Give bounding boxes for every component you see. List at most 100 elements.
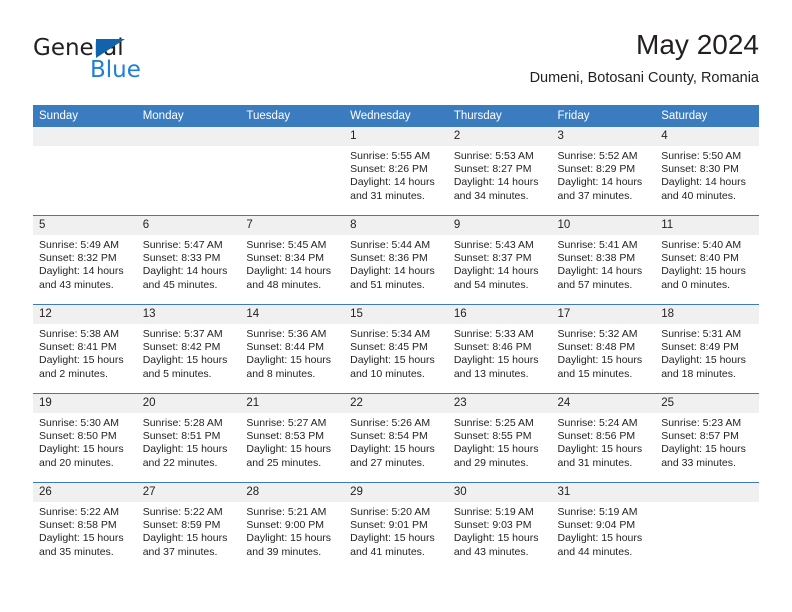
daylight-duration-line2: and 25 minutes. bbox=[246, 456, 322, 469]
sunrise-sunset-calendar: Sunday Monday Tuesday Wednesday Thursday… bbox=[33, 105, 759, 571]
daylight-duration-line1: Daylight: 15 hours bbox=[557, 354, 643, 367]
sunrise-time: Sunrise: 5:41 AM bbox=[557, 239, 638, 251]
day-details: Sunrise: 5:32 AM Sunset: 8:48 PM Daylight:… bbox=[552, 324, 656, 381]
sunset-time: Sunset: 8:53 PM bbox=[246, 430, 325, 443]
daylight-duration-line2: and 22 minutes. bbox=[142, 456, 218, 469]
day-cell-content: 27 Sunrise: 5:22 AM Sunset: 8:59 PM Dayligh… bbox=[136, 483, 241, 571]
calendar-day-cell[interactable]: 17 Sunrise: 5:32 AM Sunset: 8:48 PM Dayligh… bbox=[551, 304, 656, 394]
calendar-day-cell[interactable]: 26 Sunrise: 5:22 AM Sunset: 8:58 PM Dayligh… bbox=[33, 482, 137, 571]
day-cell-content: 1 Sunrise: 5:55 AM Sunset: 8:26 PM Daylight… bbox=[344, 127, 448, 215]
calendar-day-cell[interactable]: 1 Sunrise: 5:55 AM Sunset: 8:26 PM Daylight… bbox=[344, 127, 448, 216]
day-details: Sunrise: 5:45 AM Sunset: 8:34 PM Daylight:… bbox=[240, 235, 344, 292]
day-details: Sunrise: 5:22 AM Sunset: 8:59 PM Daylight:… bbox=[137, 502, 241, 559]
daylight-duration-line2: and 45 minutes. bbox=[142, 278, 218, 291]
calendar-day-cell[interactable]: 12 Sunrise: 5:38 AM Sunset: 8:41 PM Dayligh… bbox=[33, 304, 137, 394]
day-cell-content: 26 Sunrise: 5:22 AM Sunset: 8:58 PM Dayligh… bbox=[33, 483, 137, 571]
sunrise-time: Sunrise: 5:22 AM bbox=[142, 506, 223, 518]
sunset-time: Sunset: 8:41 PM bbox=[39, 341, 117, 354]
calendar-day-cell[interactable]: 22 Sunrise: 5:26 AM Sunset: 8:54 PM Dayligh… bbox=[344, 393, 448, 483]
sunrise-time: Sunrise: 5:21 AM bbox=[246, 506, 327, 518]
day-details: Sunrise: 5:36 AM Sunset: 8:44 PM Daylight:… bbox=[240, 324, 344, 381]
daylight-duration-line1: Daylight: 14 hours bbox=[246, 265, 332, 278]
daylight-duration-line1: Daylight: 15 hours bbox=[246, 354, 332, 367]
daylight-duration-line1: Daylight: 15 hours bbox=[39, 532, 124, 545]
day-number: 14 bbox=[240, 305, 345, 324]
calendar-day-cell[interactable]: 28 Sunrise: 5:21 AM Sunset: 9:00 PM Dayligh… bbox=[240, 482, 345, 571]
daylight-duration-line2: and 51 minutes. bbox=[350, 278, 425, 291]
day-cell-content: 23 Sunrise: 5:25 AM Sunset: 8:55 PM Dayligh… bbox=[447, 394, 552, 482]
day-number: 7 bbox=[240, 216, 345, 235]
calendar-day-cell[interactable]: 18 Sunrise: 5:31 AM Sunset: 8:49 PM Dayligh… bbox=[655, 304, 759, 394]
daylight-duration-line1: Daylight: 14 hours bbox=[39, 265, 124, 278]
day-cell-content: 29 Sunrise: 5:20 AM Sunset: 9:01 PM Dayligh… bbox=[344, 483, 448, 571]
general-blue-logo[interactable]: General Blue bbox=[33, 36, 253, 92]
day-cell-content bbox=[136, 127, 241, 215]
location-subtitle: Dumeni, Botosani County, Romania bbox=[529, 70, 759, 86]
calendar-day-cell[interactable]: 15 Sunrise: 5:34 AM Sunset: 8:45 PM Dayligh… bbox=[344, 304, 448, 394]
calendar-day-cell[interactable]: 27 Sunrise: 5:22 AM Sunset: 8:59 PM Dayligh… bbox=[136, 482, 241, 571]
calendar-day-cell[interactable]: 10 Sunrise: 5:41 AM Sunset: 8:38 PM Dayligh… bbox=[551, 215, 656, 305]
day-number: 26 bbox=[33, 483, 137, 502]
daylight-duration-line1: Daylight: 14 hours bbox=[453, 265, 539, 278]
day-cell-content: 28 Sunrise: 5:21 AM Sunset: 9:00 PM Dayligh… bbox=[240, 483, 345, 571]
day-cell-content: 13 Sunrise: 5:37 AM Sunset: 8:42 PM Dayligh… bbox=[136, 305, 241, 393]
calendar-day-cell[interactable]: 9 Sunrise: 5:43 AM Sunset: 8:37 PM Daylight… bbox=[447, 215, 552, 305]
calendar-header-row: Sunday Monday Tuesday Wednesday Thursday… bbox=[33, 105, 759, 127]
day-cell-content: 3 Sunrise: 5:52 AM Sunset: 8:29 PM Daylight… bbox=[551, 127, 656, 215]
calendar-day-cell[interactable]: 16 Sunrise: 5:33 AM Sunset: 8:46 PM Dayligh… bbox=[447, 304, 552, 394]
calendar-day-cell[interactable]: 6 Sunrise: 5:47 AM Sunset: 8:33 PM Daylight… bbox=[136, 215, 241, 305]
calendar-day-cell[interactable]: 2 Sunrise: 5:53 AM Sunset: 8:27 PM Daylight… bbox=[447, 127, 552, 216]
calendar-day-cell[interactable]: 11 Sunrise: 5:40 AM Sunset: 8:40 PM Dayligh… bbox=[655, 215, 759, 305]
day-details bbox=[33, 146, 137, 150]
day-cell-content: 19 Sunrise: 5:30 AM Sunset: 8:50 PM Dayligh… bbox=[33, 394, 137, 482]
calendar-week-row: 5 Sunrise: 5:49 AM Sunset: 8:32 PM Daylight… bbox=[33, 215, 759, 305]
calendar-day-cell[interactable]: 14 Sunrise: 5:36 AM Sunset: 8:44 PM Dayligh… bbox=[240, 304, 345, 394]
calendar-day-cell[interactable]: 20 Sunrise: 5:28 AM Sunset: 8:51 PM Dayligh… bbox=[136, 393, 241, 483]
calendar-week-row: 19 Sunrise: 5:30 AM Sunset: 8:50 PM Dayligh… bbox=[33, 393, 759, 483]
sunset-time: Sunset: 9:01 PM bbox=[350, 519, 428, 532]
daylight-duration-line1: Daylight: 15 hours bbox=[350, 443, 435, 456]
day-cell-content: 4 Sunrise: 5:50 AM Sunset: 8:30 PM Daylight… bbox=[655, 127, 759, 215]
calendar-day-cell[interactable]: 30 Sunrise: 5:19 AM Sunset: 9:03 PM Dayligh… bbox=[447, 482, 552, 571]
calendar-page: General Blue May 2024 Dumeni, Botosani C… bbox=[0, 0, 792, 612]
day-number: 12 bbox=[33, 305, 137, 324]
day-cell-content: 25 Sunrise: 5:23 AM Sunset: 8:57 PM Dayligh… bbox=[655, 394, 759, 482]
day-details: Sunrise: 5:23 AM Sunset: 8:57 PM Daylight:… bbox=[655, 413, 759, 470]
calendar-day-cell[interactable]: 8 Sunrise: 5:44 AM Sunset: 8:36 PM Daylight… bbox=[344, 215, 448, 305]
calendar-day-cell[interactable]: 4 Sunrise: 5:50 AM Sunset: 8:30 PM Daylight… bbox=[655, 127, 759, 216]
day-details: Sunrise: 5:24 AM Sunset: 8:56 PM Daylight:… bbox=[552, 413, 656, 470]
calendar-day-cell[interactable]: 23 Sunrise: 5:25 AM Sunset: 8:55 PM Dayligh… bbox=[447, 393, 552, 483]
calendar-day-cell[interactable]: 31 Sunrise: 5:19 AM Sunset: 9:04 PM Dayligh… bbox=[551, 482, 656, 571]
day-details: Sunrise: 5:37 AM Sunset: 8:42 PM Daylight:… bbox=[137, 324, 241, 381]
day-number: 31 bbox=[551, 483, 656, 502]
day-cell-content: 24 Sunrise: 5:24 AM Sunset: 8:56 PM Dayligh… bbox=[551, 394, 656, 482]
calendar-day-cell[interactable]: 7 Sunrise: 5:45 AM Sunset: 8:34 PM Daylight… bbox=[240, 215, 345, 305]
day-details: Sunrise: 5:52 AM Sunset: 8:29 PM Daylight:… bbox=[552, 146, 656, 203]
calendar-day-cell[interactable]: 24 Sunrise: 5:24 AM Sunset: 8:56 PM Dayligh… bbox=[551, 393, 656, 483]
day-details: Sunrise: 5:47 AM Sunset: 8:33 PM Daylight:… bbox=[137, 235, 241, 292]
daylight-duration-line1: Daylight: 14 hours bbox=[350, 265, 435, 278]
calendar-day-cell[interactable]: 19 Sunrise: 5:30 AM Sunset: 8:50 PM Dayligh… bbox=[33, 393, 137, 483]
day-cell-content: 17 Sunrise: 5:32 AM Sunset: 8:48 PM Dayligh… bbox=[551, 305, 656, 393]
day-number: 8 bbox=[344, 216, 448, 235]
calendar-day-cell[interactable]: 25 Sunrise: 5:23 AM Sunset: 8:57 PM Dayligh… bbox=[655, 393, 759, 483]
sunrise-time: Sunrise: 5:50 AM bbox=[661, 150, 742, 162]
daylight-duration-line2: and 35 minutes. bbox=[39, 545, 114, 558]
calendar-day-cell[interactable]: 13 Sunrise: 5:37 AM Sunset: 8:42 PM Dayligh… bbox=[136, 304, 241, 394]
day-number: 27 bbox=[136, 483, 241, 502]
calendar-day-cell[interactable]: 29 Sunrise: 5:20 AM Sunset: 9:01 PM Dayligh… bbox=[344, 482, 448, 571]
calendar-day-cell[interactable]: 21 Sunrise: 5:27 AM Sunset: 8:53 PM Dayligh… bbox=[240, 393, 345, 483]
calendar-day-cell[interactable]: 3 Sunrise: 5:52 AM Sunset: 8:29 PM Daylight… bbox=[551, 127, 656, 216]
calendar-day-cell[interactable]: 5 Sunrise: 5:49 AM Sunset: 8:32 PM Daylight… bbox=[33, 215, 137, 305]
daylight-duration-line1: Daylight: 15 hours bbox=[142, 354, 228, 367]
sunrise-time: Sunrise: 5:32 AM bbox=[557, 328, 638, 340]
day-cell-content: 15 Sunrise: 5:34 AM Sunset: 8:45 PM Dayligh… bbox=[344, 305, 448, 393]
day-cell-content: 6 Sunrise: 5:47 AM Sunset: 8:33 PM Daylight… bbox=[136, 216, 241, 304]
daylight-duration-line1: Daylight: 15 hours bbox=[39, 354, 124, 367]
daylight-duration-line1: Daylight: 15 hours bbox=[557, 532, 643, 545]
daylight-duration-line2: and 57 minutes. bbox=[557, 278, 633, 291]
daylight-duration-line2: and 31 minutes. bbox=[350, 189, 425, 202]
day-cell-content: 21 Sunrise: 5:27 AM Sunset: 8:53 PM Dayligh… bbox=[240, 394, 345, 482]
day-number: 11 bbox=[655, 216, 759, 235]
day-number: 25 bbox=[655, 394, 759, 413]
